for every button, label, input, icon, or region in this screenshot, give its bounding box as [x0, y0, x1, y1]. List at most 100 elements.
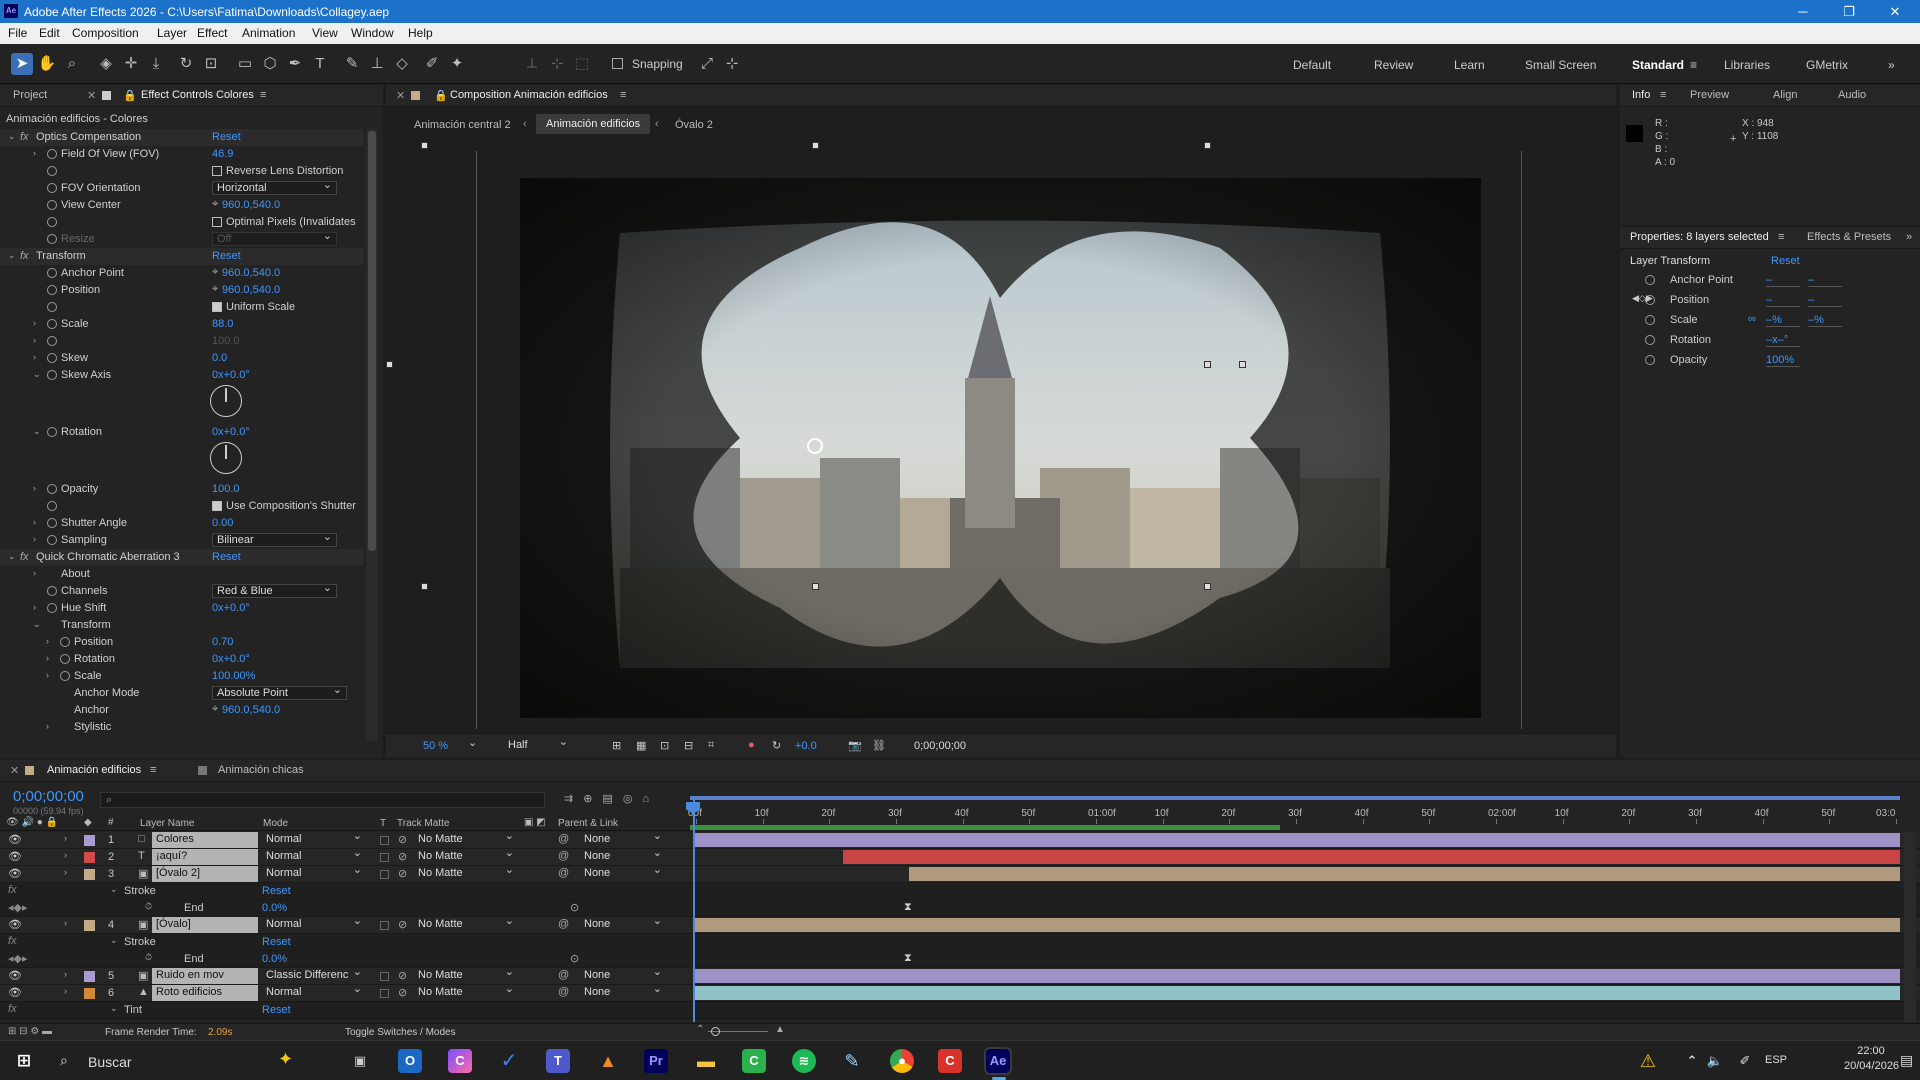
expand-layer-icon[interactable]: › [64, 986, 67, 996]
exposure-value[interactable]: +0.0 [795, 740, 817, 752]
property-dropdown[interactable]: Absolute Point [212, 684, 347, 700]
disclosure-triangle-icon[interactable]: › [46, 670, 56, 680]
blend-mode-dropdown[interactable]: Classic Differenc [262, 966, 366, 983]
stopwatch-icon[interactable] [47, 336, 57, 346]
property-value[interactable]: 100.0 [212, 483, 240, 495]
stopwatch-icon[interactable] [47, 484, 57, 494]
spotify-icon[interactable]: ≋ [792, 1049, 816, 1073]
expand-group-icon[interactable]: ⌄ [110, 935, 118, 946]
track-matte-dropdown[interactable]: No Matte [414, 832, 518, 847]
stopwatch-icon[interactable] [60, 654, 70, 664]
pen-tray-icon[interactable]: ✐ [1733, 1049, 1757, 1073]
keyframe-nav-icon[interactable]: ◂◆▸ [8, 901, 28, 914]
property-value[interactable]: Reset [262, 885, 291, 897]
todo-icon[interactable]: ✓ [497, 1049, 521, 1073]
bounding-handle-ml[interactable] [386, 361, 393, 368]
keyframe-nav-icon[interactable]: ◀◇▶ [1632, 293, 1653, 304]
notepad-icon[interactable]: ✎ [840, 1049, 864, 1073]
property-value[interactable]: 0.0 [212, 352, 227, 364]
visibility-eye-icon[interactable]: 👁 [8, 969, 22, 982]
effect-controls-scrollbar[interactable] [366, 129, 378, 741]
property-value[interactable]: 0.00 [212, 517, 233, 529]
timeline-property-row[interactable]: ◂◆▸ ⏱ End 0.0% ⊙ ⧗ [0, 900, 1920, 917]
reset-link[interactable]: Reset [212, 250, 241, 262]
bounding-handle-br[interactable] [1204, 583, 1211, 590]
reset-exposure-icon[interactable]: ↻ [772, 739, 781, 752]
property-dropdown[interactable]: Horizontal [212, 179, 337, 195]
matte-link-icon[interactable]: ⊘ [398, 867, 407, 880]
stopwatch-icon[interactable] [47, 149, 57, 159]
comp-timecode[interactable]: 0;00;00;00 [914, 740, 966, 752]
pick-whip-icon[interactable]: @ [558, 867, 569, 879]
preserve-transparency-checkbox[interactable] [380, 870, 389, 879]
property-value[interactable]: Reset [262, 1004, 291, 1016]
copilot-icon[interactable]: C [448, 1049, 472, 1073]
fx-toggle-icon[interactable]: fx [20, 250, 29, 262]
bounding-handle-bc[interactable] [812, 583, 819, 590]
stopwatch-icon[interactable] [47, 586, 57, 596]
col-layer-name[interactable]: Layer Name [140, 818, 194, 829]
hand-tool-icon[interactable]: ✋ [36, 53, 58, 75]
disclosure-triangle-icon[interactable]: › [33, 352, 43, 362]
roto-brush-tool-icon[interactable]: ✐ [421, 53, 443, 75]
layer-duration-bar[interactable] [842, 850, 1900, 864]
stopwatch-icon[interactable] [47, 217, 57, 227]
layer-name[interactable]: ¡aquí? [152, 849, 258, 865]
tab-effects-presets[interactable]: Effects & Presets [1807, 231, 1891, 243]
pan-tool-icon[interactable]: ✛ [120, 53, 142, 75]
stopwatch-icon[interactable] [47, 427, 57, 437]
stopwatch-icon[interactable] [47, 370, 57, 380]
disclosure-triangle-icon[interactable]: › [33, 602, 43, 612]
timeline-search-input[interactable]: ⌕ [100, 792, 545, 808]
disclosure-triangle-icon[interactable]: › [33, 318, 43, 328]
fast-previews-icon[interactable]: ⌗ [708, 739, 714, 752]
transform-value-1[interactable]: – [1766, 274, 1800, 287]
stopwatch-icon[interactable]: ⏱ [145, 901, 152, 912]
preserve-transparency-checkbox[interactable] [380, 921, 389, 930]
label-color-swatch[interactable] [84, 988, 95, 999]
stopwatch-icon[interactable] [47, 183, 57, 193]
layer-name[interactable]: [Óvalo 2] [152, 866, 258, 882]
checkbox[interactable] [212, 302, 222, 312]
layer-duration-bar[interactable] [694, 833, 1900, 847]
volume-icon[interactable]: 🔈 [1703, 1049, 1727, 1073]
lock-icon[interactable]: 🔒 [123, 89, 137, 102]
disclosure-triangle-icon[interactable]: › [33, 534, 43, 544]
outlook-icon[interactable]: O [398, 1049, 422, 1073]
timeline-property-row[interactable]: fx ⌄ Stroke Reset [0, 934, 1920, 951]
timeline-property-row[interactable]: ◂◆▸ ⏱ End 0.0% ⊙ ⧗ [0, 951, 1920, 968]
reset-link[interactable]: Reset [212, 551, 241, 563]
channel-icon[interactable]: ● [748, 739, 755, 751]
vlc-icon[interactable]: ▲ [596, 1049, 620, 1073]
parent-dropdown[interactable]: None [580, 832, 666, 847]
bounding-handle-tl[interactable] [421, 142, 428, 149]
comp-menu-icon[interactable]: ≡ [620, 89, 626, 101]
tab-project[interactable]: Project [13, 89, 47, 101]
stopwatch-icon[interactable] [60, 637, 70, 647]
rectangle-tool-icon[interactable]: ▭ [234, 53, 256, 75]
clone-stamp-tool-icon[interactable]: ⊥ [366, 53, 388, 75]
orbit-tool-icon[interactable]: ◈ [95, 53, 117, 75]
zoom-dropdown-icon[interactable]: ⌄ [468, 736, 477, 749]
disclosure-triangle-icon[interactable]: › [46, 653, 56, 663]
property-value[interactable]: 0.0% [262, 953, 287, 965]
property-value[interactable]: 88.0 [212, 318, 233, 330]
breadcrumb-animacion-edificios[interactable]: Animación edificios [536, 114, 651, 134]
parent-dropdown[interactable]: None [580, 983, 666, 1000]
type-tool-icon[interactable]: T [309, 53, 331, 75]
view-axis-icon[interactable]: ⬚ [571, 53, 593, 75]
angle-dial[interactable] [210, 442, 242, 474]
rotation-tool-icon[interactable]: ↻ [175, 53, 197, 75]
disclosure-triangle-icon[interactable]: › [46, 721, 56, 731]
expression-pickwhip-icon[interactable]: ⊙ [570, 952, 579, 965]
restore-button[interactable]: ❐ [1826, 0, 1872, 23]
disclosure-triangle-icon[interactable]: › [33, 335, 43, 345]
panel-menu-icon[interactable]: ≡ [260, 89, 266, 101]
property-dropdown[interactable]: Bilinear [212, 531, 337, 547]
notifications-icon[interactable]: ▤ [1900, 1052, 1913, 1069]
tray-chevron-icon[interactable]: ⌃ [1680, 1049, 1704, 1073]
menu-view[interactable]: View [312, 26, 338, 40]
file-explorer-icon[interactable]: ▬ [694, 1049, 718, 1073]
info-menu-icon[interactable]: ≡ [1660, 89, 1666, 101]
property-value[interactable]: Reset [262, 936, 291, 948]
